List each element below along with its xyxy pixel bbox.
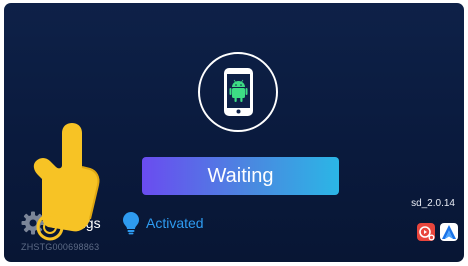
activation-label: Activated [146,215,204,231]
phone-ring [198,52,278,132]
pointing-hand-icon [20,119,120,252]
screen: Waiting sd_2.0.14 Settings Activate [4,3,464,262]
waiting-button[interactable]: Waiting [142,157,339,195]
activation-status: Activated [122,209,204,237]
bulb-icon [123,212,139,235]
carplay-app-icon[interactable] [417,223,435,241]
version-label: sd_2.0.14 [411,198,455,209]
app-icons [417,223,458,241]
android-phone-icon [224,68,253,116]
android-auto-app-icon[interactable] [440,223,458,241]
